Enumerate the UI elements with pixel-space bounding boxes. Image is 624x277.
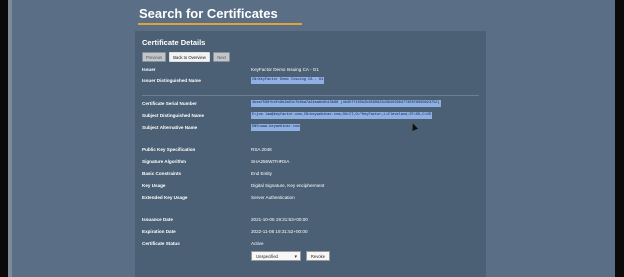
issuer-dn-value: CN=KeyFactor Demo Issuing CA - G1 <box>251 77 325 84</box>
chevron-down-icon: ▾ <box>294 254 297 260</box>
previous-button[interactable]: Previous <box>142 52 166 62</box>
issuer-dn-label: Issuer Distinguished Name <box>142 78 201 83</box>
subject-alt-value: DNS=www.keywebinar.com <box>251 124 301 131</box>
next-button[interactable]: Next <box>213 52 230 62</box>
expiration-date-value: 2022-11-06 19:31:52+00:00 <box>251 229 308 234</box>
issuance-date-label: Issuance Date <box>142 217 173 222</box>
basic-constraints-label: Basic Constraints <box>142 171 182 176</box>
left-edge-strip <box>8 0 12 277</box>
status-label: Certificate Status <box>142 241 180 246</box>
subject-dn-value: E=joe.law@keyfactor.com,CN=keywebinar.co… <box>251 112 432 119</box>
expiration-date-label: Expiration Date <box>142 229 176 234</box>
panel-title: Certificate Details <box>142 38 206 47</box>
key-spec-label: Public Key Specification <box>142 147 196 152</box>
key-usage-label: Key Usage <box>142 183 166 188</box>
serial-label: Certificate Serial Number <box>142 101 197 106</box>
sig-alg-value: SHA256WITHRSA <box>251 159 290 164</box>
subject-alt-label: Subject Alternative Name <box>142 125 198 130</box>
serial-value: 4bea7568+b4fc8b2a01c7b6ba7a24aa6c6b13b68… <box>251 100 441 107</box>
issuance-date-value: 2021-10-05 19:31:53+00:00 <box>251 217 308 222</box>
page-title: Search for Certificates <box>139 6 278 21</box>
key-spec-value: RSA 2048 <box>251 147 272 152</box>
title-underline <box>138 23 302 25</box>
key-usage-value: Digital Signature, Key encipherment <box>251 183 325 188</box>
section-divider <box>142 95 479 96</box>
subject-dn-label: Subject Distinguished Name <box>142 113 205 118</box>
issuer-label: Issuer <box>142 67 156 72</box>
basic-constraints-value: End Entity <box>251 171 272 176</box>
revoke-button[interactable]: Revoke <box>306 251 330 261</box>
certificate-details-panel: Certificate Details Previous Back to Ove… <box>135 31 486 277</box>
ext-key-usage-label: Extended Key Usage <box>142 195 188 200</box>
status-value: Active <box>251 241 264 246</box>
sig-alg-label: Signature Algorithm <box>142 159 186 164</box>
revocation-reason-select[interactable]: Unspecified ▾ <box>251 251 301 261</box>
back-to-overview-button[interactable]: Back to Overview <box>169 52 210 62</box>
ext-key-usage-value: Server Authentication <box>251 195 295 200</box>
right-letterbox <box>615 0 624 277</box>
revocation-reason-value: Unspecified <box>256 254 278 259</box>
issuer-value: KeyFactor Demo Issuing CA - G1 <box>251 67 319 72</box>
left-letterbox <box>0 0 8 277</box>
